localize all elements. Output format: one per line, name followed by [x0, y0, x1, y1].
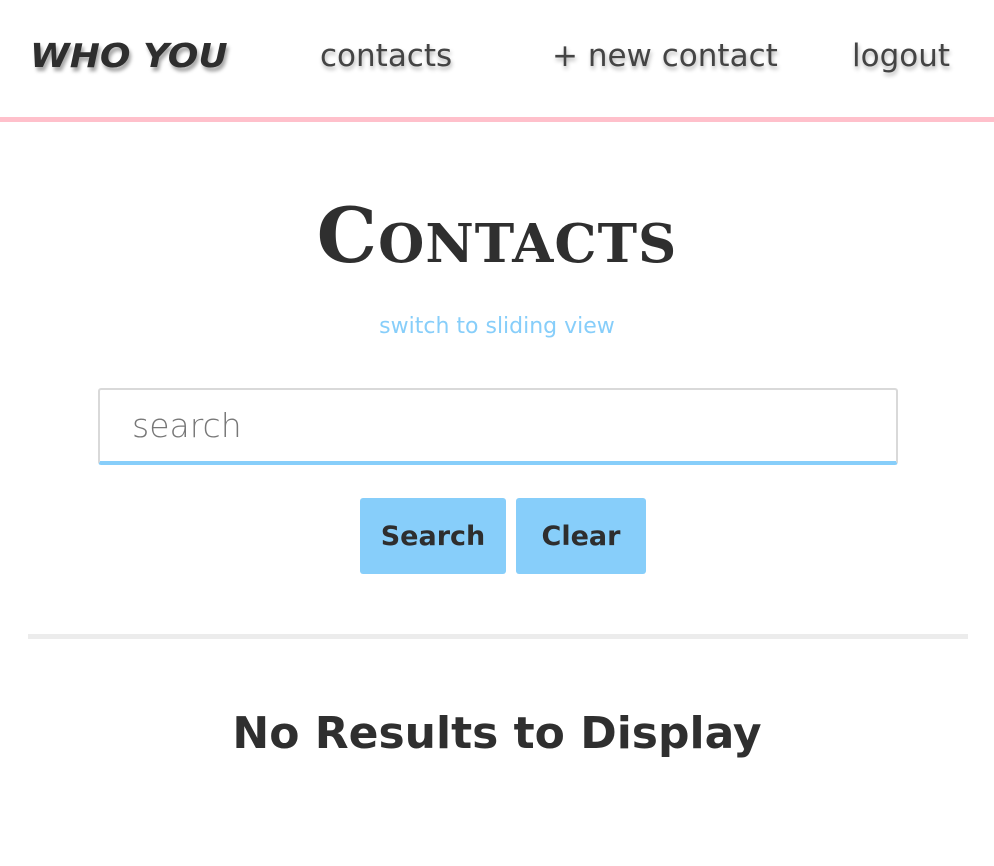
search-input[interactable]: [100, 390, 896, 461]
search-box: [98, 388, 898, 465]
nav-link-logout[interactable]: logout: [852, 38, 950, 74]
clear-button[interactable]: Clear: [516, 498, 646, 574]
brand-logo[interactable]: WHO YOU: [30, 38, 228, 76]
divider: [28, 634, 968, 639]
nav-link-new-contact[interactable]: + new contact: [552, 38, 778, 74]
nav-link-contacts[interactable]: contacts: [320, 38, 452, 74]
search-button[interactable]: Search: [360, 498, 506, 574]
empty-results-message: No Results to Display: [232, 708, 762, 759]
navbar: WHO YOU contacts + new contact logout: [0, 0, 994, 122]
switch-view-link[interactable]: switch to sliding view: [0, 314, 994, 339]
page-title: Contacts: [316, 191, 678, 280]
